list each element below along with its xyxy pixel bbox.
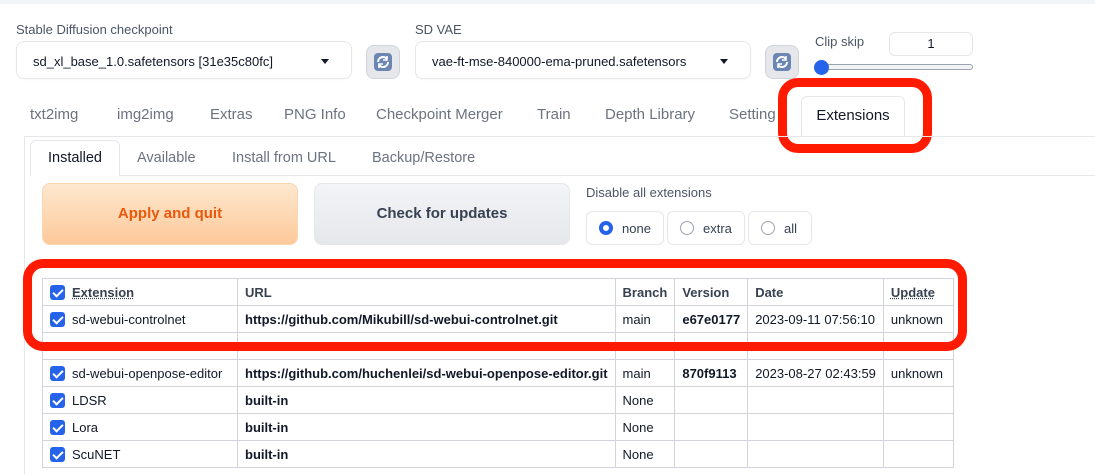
subtab-backup-restore[interactable]: Backup/Restore xyxy=(372,150,475,166)
url-cell: built-in xyxy=(237,386,616,414)
extension-cell: Lora xyxy=(42,413,238,441)
checkpoint-label: Stable Diffusion checkpoint xyxy=(16,22,173,37)
radio-unselected-icon xyxy=(680,221,694,235)
extension-name: ScuNET xyxy=(72,446,121,462)
subtab-available[interactable]: Available xyxy=(137,150,196,166)
subtab-divider xyxy=(120,175,1095,176)
disable-radio-all[interactable]: all xyxy=(748,211,812,245)
version-cell xyxy=(674,440,749,468)
date-cell xyxy=(747,413,884,441)
extension-name: sd-webui-openpose-editor xyxy=(72,365,223,381)
tab-settings[interactable]: Setting xyxy=(729,106,776,123)
vae-label: SD VAE xyxy=(415,22,462,37)
radio-selected-icon xyxy=(599,221,613,235)
check-for-updates-button[interactable]: Check for updates xyxy=(314,183,570,245)
disable-radio-none[interactable]: none xyxy=(586,211,664,245)
url-cell: built-in xyxy=(237,413,616,441)
extension-checkbox[interactable] xyxy=(50,419,65,435)
highlight-controlnet-row xyxy=(23,259,967,351)
radio-label: extra xyxy=(703,221,732,236)
url-cell: built-in xyxy=(237,440,616,468)
branch-cell: main xyxy=(614,359,676,387)
extension-checkbox[interactable] xyxy=(50,446,65,462)
clip-skip-label: Clip skip xyxy=(815,34,865,49)
extension-name: Lora xyxy=(72,419,99,435)
disable-radio-extra[interactable]: extra xyxy=(667,211,745,245)
clip-skip-slider-handle[interactable] xyxy=(814,60,829,75)
version-cell[interactable]: 870f9113 xyxy=(674,359,749,387)
version-cell xyxy=(674,413,749,441)
top-divider xyxy=(0,0,1095,4)
extension-name: LDSR xyxy=(72,392,107,408)
extension-cell: LDSR xyxy=(42,386,238,414)
vae-refresh-button[interactable] xyxy=(765,45,799,79)
table-row: sd-webui-openpose-editor https://github.… xyxy=(42,359,954,387)
branch-cell: None xyxy=(614,440,676,468)
tab-checkpoint-merger[interactable]: Checkpoint Merger xyxy=(376,106,503,123)
subtab-install-from-url[interactable]: Install from URL xyxy=(232,150,336,166)
extension-checkbox[interactable] xyxy=(50,392,65,408)
checkpoint-value: sd_xl_base_1.0.safetensors [31e35c80fc] xyxy=(33,54,273,69)
table-row: ScuNET built-in None xyxy=(42,440,954,468)
clip-skip-slider[interactable] xyxy=(818,64,973,70)
date-cell xyxy=(747,440,884,468)
chevron-down-icon xyxy=(720,59,728,64)
extension-cell: sd-webui-openpose-editor xyxy=(42,359,238,387)
branch-cell: None xyxy=(614,386,676,414)
radio-label: all xyxy=(784,221,798,236)
update-cell: unknown xyxy=(882,359,954,387)
date-cell xyxy=(747,386,884,414)
subtab-installed[interactable]: Installed xyxy=(30,140,120,176)
tab-img2img[interactable]: img2img xyxy=(117,106,174,123)
update-cell xyxy=(882,413,954,441)
refresh-icon xyxy=(773,53,791,71)
tab-depth-library[interactable]: Depth Library xyxy=(605,106,695,123)
date-cell: 2023-08-27 02:43:59 xyxy=(747,359,884,387)
extension-cell: ScuNET xyxy=(42,440,238,468)
url-cell[interactable]: https://github.com/huchenlei/sd-webui-op… xyxy=(237,359,616,387)
clip-skip-input[interactable]: 1 xyxy=(889,32,973,56)
tab-extras[interactable]: Extras xyxy=(210,106,253,123)
table-row: Lora built-in None xyxy=(42,413,954,441)
version-cell xyxy=(674,386,749,414)
disable-extensions-label: Disable all extensions xyxy=(586,185,712,200)
extension-checkbox[interactable] xyxy=(50,365,65,381)
update-cell xyxy=(882,440,954,468)
tab-txt2img[interactable]: txt2img xyxy=(30,106,78,123)
radio-label: none xyxy=(622,221,651,236)
radio-unselected-icon xyxy=(761,221,775,235)
refresh-icon xyxy=(374,53,392,71)
checkpoint-dropdown[interactable]: sd_xl_base_1.0.safetensors [31e35c80fc] xyxy=(16,41,352,79)
tab-png-info[interactable]: PNG Info xyxy=(284,106,346,123)
table-row: LDSR built-in None xyxy=(42,386,954,414)
vae-dropdown[interactable]: vae-ft-mse-840000-ema-pruned.safetensors xyxy=(415,41,751,79)
branch-cell: None xyxy=(614,413,676,441)
apply-and-quit-button[interactable]: Apply and quit xyxy=(42,183,298,245)
vae-value: vae-ft-mse-840000-ema-pruned.safetensors xyxy=(432,54,687,69)
update-cell xyxy=(882,386,954,414)
chevron-down-icon xyxy=(321,59,329,64)
checkpoint-refresh-button[interactable] xyxy=(366,45,400,79)
tab-train[interactable]: Train xyxy=(537,106,571,123)
